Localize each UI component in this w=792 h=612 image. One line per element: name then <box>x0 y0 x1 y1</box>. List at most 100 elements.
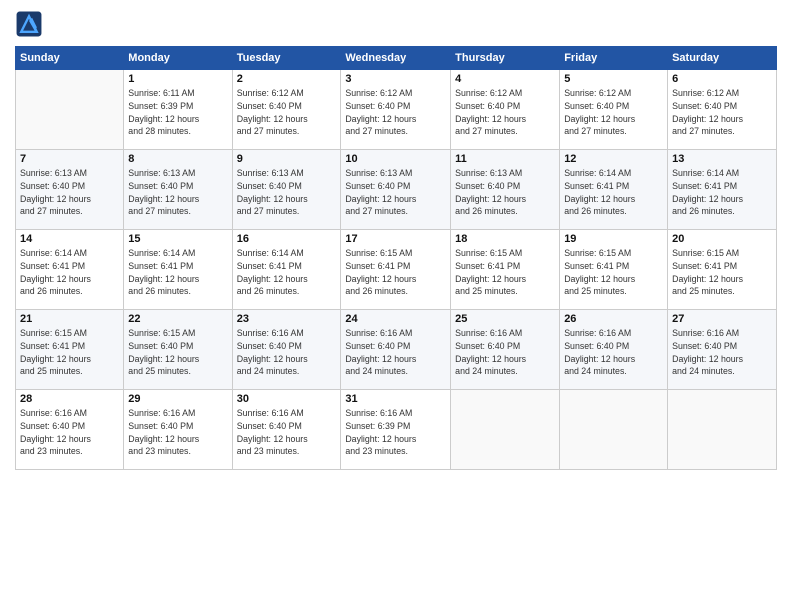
day-number: 1 <box>128 73 227 85</box>
calendar-cell: 17Sunrise: 6:15 AM Sunset: 6:41 PM Dayli… <box>341 230 451 310</box>
calendar-header: SundayMondayTuesdayWednesdayThursdayFrid… <box>16 47 777 70</box>
day-number: 8 <box>128 153 227 165</box>
day-info: Sunrise: 6:14 AM Sunset: 6:41 PM Dayligh… <box>564 167 663 218</box>
day-info: Sunrise: 6:13 AM Sunset: 6:40 PM Dayligh… <box>128 167 227 218</box>
day-number: 5 <box>564 73 663 85</box>
day-info: Sunrise: 6:15 AM Sunset: 6:40 PM Dayligh… <box>128 327 227 378</box>
calendar-cell: 30Sunrise: 6:16 AM Sunset: 6:40 PM Dayli… <box>232 390 341 470</box>
calendar-cell: 20 Sunrise: 6:15 AM Sunset: 6:41 PM Dayli… <box>668 230 777 310</box>
day-number: 27 <box>672 313 772 325</box>
calendar-cell <box>16 70 124 150</box>
day-info: Sunrise: 6:13 AM Sunset: 6:40 PM Dayligh… <box>20 167 119 218</box>
day-number: 18 <box>455 233 555 245</box>
day-number: 11 <box>455 153 555 165</box>
day-number: 29 <box>128 393 227 405</box>
calendar-cell: 28Sunrise: 6:16 AM Sunset: 6:40 PM Dayli… <box>16 390 124 470</box>
day-info: Sunrise: 6:16 AM Sunset: 6:40 PM Dayligh… <box>672 327 772 378</box>
day-info: Sunrise: 6:14 AM Sunset: 6:41 PM Dayligh… <box>237 247 337 298</box>
calendar-cell: 25 Sunrise: 6:16 AM Sunset: 6:40 PM Dayli… <box>451 310 560 390</box>
day-number: 9 <box>237 153 337 165</box>
calendar-cell: 12Sunrise: 6:14 AM Sunset: 6:41 PM Dayli… <box>560 150 668 230</box>
day-number: 19 <box>564 233 663 245</box>
calendar-cell <box>451 390 560 470</box>
day-info: Sunrise: 6:16 AM Sunset: 6:40 PM Dayligh… <box>128 407 227 458</box>
calendar-cell: 22 Sunrise: 6:15 AM Sunset: 6:40 PM Dayli… <box>124 310 232 390</box>
calendar-cell <box>560 390 668 470</box>
day-info: Sunrise: 6:16 AM Sunset: 6:39 PM Dayligh… <box>345 407 446 458</box>
day-number: 25 <box>455 313 555 325</box>
calendar-cell: 5 Sunrise: 6:12 AM Sunset: 6:40 PM Daylig… <box>560 70 668 150</box>
day-info: Sunrise: 6:14 AM Sunset: 6:41 PM Dayligh… <box>20 247 119 298</box>
day-number: 6 <box>672 73 772 85</box>
calendar-table: SundayMondayTuesdayWednesdayThursdayFrid… <box>15 46 777 470</box>
day-info: Sunrise: 6:16 AM Sunset: 6:40 PM Dayligh… <box>237 327 337 378</box>
day-number: 22 <box>128 313 227 325</box>
day-number: 4 <box>455 73 555 85</box>
day-info: Sunrise: 6:14 AM Sunset: 6:41 PM Dayligh… <box>672 167 772 218</box>
day-info: Sunrise: 6:13 AM Sunset: 6:40 PM Dayligh… <box>455 167 555 218</box>
day-info: Sunrise: 6:15 AM Sunset: 6:41 PM Dayligh… <box>564 247 663 298</box>
calendar-cell: 16Sunrise: 6:14 AM Sunset: 6:41 PM Dayli… <box>232 230 341 310</box>
calendar-cell: 7Sunrise: 6:13 AM Sunset: 6:40 PM Daylig… <box>16 150 124 230</box>
day-info: Sunrise: 6:12 AM Sunset: 6:40 PM Dayligh… <box>455 87 555 138</box>
day-number: 26 <box>564 313 663 325</box>
day-info: Sunrise: 6:13 AM Sunset: 6:40 PM Dayligh… <box>345 167 446 218</box>
calendar-cell: 3 Sunrise: 6:12 AM Sunset: 6:40 PM Daylig… <box>341 70 451 150</box>
calendar-week-row: 28 Sunrise: 6:16 AM Sunset: 6:40 PM Dayli… <box>16 390 777 470</box>
day-number: 14 <box>20 233 119 245</box>
day-info: Sunrise: 6:12 AM Sunset: 6:40 PM Dayligh… <box>564 87 663 138</box>
weekday-header-tuesday: Tuesday <box>232 47 341 70</box>
calendar-cell: 15 Sunrise: 6:14 AM Sunset: 6:41 PM Dayli… <box>124 230 232 310</box>
calendar-cell: 4 Sunrise: 6:12 AM Sunset: 6:40 PM Daylig… <box>451 70 560 150</box>
day-info: Sunrise: 6:16 AM Sunset: 6:40 PM Dayligh… <box>455 327 555 378</box>
day-info: Sunrise: 6:16 AM Sunset: 6:40 PM Dayligh… <box>564 327 663 378</box>
day-number: 13 <box>672 153 772 165</box>
page: SundayMondayTuesdayWednesdayThursdayFrid… <box>0 0 792 612</box>
calendar-cell: 1 Sunrise: 6:11 AM Sunset: 6:39 PM Daylig… <box>124 70 232 150</box>
calendar-cell: 2Sunrise: 6:12 AM Sunset: 6:40 PM Daylig… <box>232 70 341 150</box>
calendar-cell: 26 Sunrise: 6:16 AM Sunset: 6:40 PM Dayli… <box>560 310 668 390</box>
day-info: Sunrise: 6:12 AM Sunset: 6:40 PM Dayligh… <box>237 87 337 138</box>
calendar-week-row: 7Sunrise: 6:13 AM Sunset: 6:40 PM Daylig… <box>16 150 777 230</box>
calendar-cell: 18Sunrise: 6:15 AM Sunset: 6:41 PM Dayli… <box>451 230 560 310</box>
day-number: 15 <box>128 233 227 245</box>
header <box>15 10 777 38</box>
calendar-week-row: 1 Sunrise: 6:11 AM Sunset: 6:39 PM Daylig… <box>16 70 777 150</box>
calendar-body: 1 Sunrise: 6:11 AM Sunset: 6:39 PM Daylig… <box>16 70 777 470</box>
day-info: Sunrise: 6:16 AM Sunset: 6:40 PM Dayligh… <box>237 407 337 458</box>
calendar-cell: 6 Sunrise: 6:12 AM Sunset: 6:40 PM Daylig… <box>668 70 777 150</box>
calendar-cell: 27 Sunrise: 6:16 AM Sunset: 6:40 PM Dayli… <box>668 310 777 390</box>
calendar-cell: 8 Sunrise: 6:13 AM Sunset: 6:40 PM Daylig… <box>124 150 232 230</box>
calendar-cell: 19 Sunrise: 6:15 AM Sunset: 6:41 PM Dayli… <box>560 230 668 310</box>
calendar-cell: 11 Sunrise: 6:13 AM Sunset: 6:40 PM Dayli… <box>451 150 560 230</box>
calendar-cell: 21Sunrise: 6:15 AM Sunset: 6:41 PM Dayli… <box>16 310 124 390</box>
day-info: Sunrise: 6:11 AM Sunset: 6:39 PM Dayligh… <box>128 87 227 138</box>
calendar-cell: 10 Sunrise: 6:13 AM Sunset: 6:40 PM Dayli… <box>341 150 451 230</box>
calendar-cell: 29 Sunrise: 6:16 AM Sunset: 6:40 PM Dayli… <box>124 390 232 470</box>
day-info: Sunrise: 6:15 AM Sunset: 6:41 PM Dayligh… <box>672 247 772 298</box>
day-number: 3 <box>345 73 446 85</box>
calendar-week-row: 14 Sunrise: 6:14 AM Sunset: 6:41 PM Dayli… <box>16 230 777 310</box>
calendar-cell: 23 Sunrise: 6:16 AM Sunset: 6:40 PM Dayli… <box>232 310 341 390</box>
day-number: 21 <box>20 313 119 325</box>
day-number: 28 <box>20 393 119 405</box>
day-info: Sunrise: 6:16 AM Sunset: 6:40 PM Dayligh… <box>345 327 446 378</box>
day-info: Sunrise: 6:15 AM Sunset: 6:41 PM Dayligh… <box>345 247 446 298</box>
day-info: Sunrise: 6:12 AM Sunset: 6:40 PM Dayligh… <box>672 87 772 138</box>
weekday-header-wednesday: Wednesday <box>341 47 451 70</box>
weekday-header-monday: Monday <box>124 47 232 70</box>
day-number: 23 <box>237 313 337 325</box>
calendar-cell <box>668 390 777 470</box>
day-info: Sunrise: 6:12 AM Sunset: 6:40 PM Dayligh… <box>345 87 446 138</box>
calendar-week-row: 21Sunrise: 6:15 AM Sunset: 6:41 PM Dayli… <box>16 310 777 390</box>
calendar-cell: 14 Sunrise: 6:14 AM Sunset: 6:41 PM Dayli… <box>16 230 124 310</box>
calendar-cell: 9Sunrise: 6:13 AM Sunset: 6:40 PM Daylig… <box>232 150 341 230</box>
day-number: 10 <box>345 153 446 165</box>
logo-icon <box>15 10 43 38</box>
day-info: Sunrise: 6:14 AM Sunset: 6:41 PM Dayligh… <box>128 247 227 298</box>
weekday-header-saturday: Saturday <box>668 47 777 70</box>
day-number: 20 <box>672 233 772 245</box>
weekday-header-thursday: Thursday <box>451 47 560 70</box>
weekday-header-row: SundayMondayTuesdayWednesdayThursdayFrid… <box>16 47 777 70</box>
weekday-header-sunday: Sunday <box>16 47 124 70</box>
